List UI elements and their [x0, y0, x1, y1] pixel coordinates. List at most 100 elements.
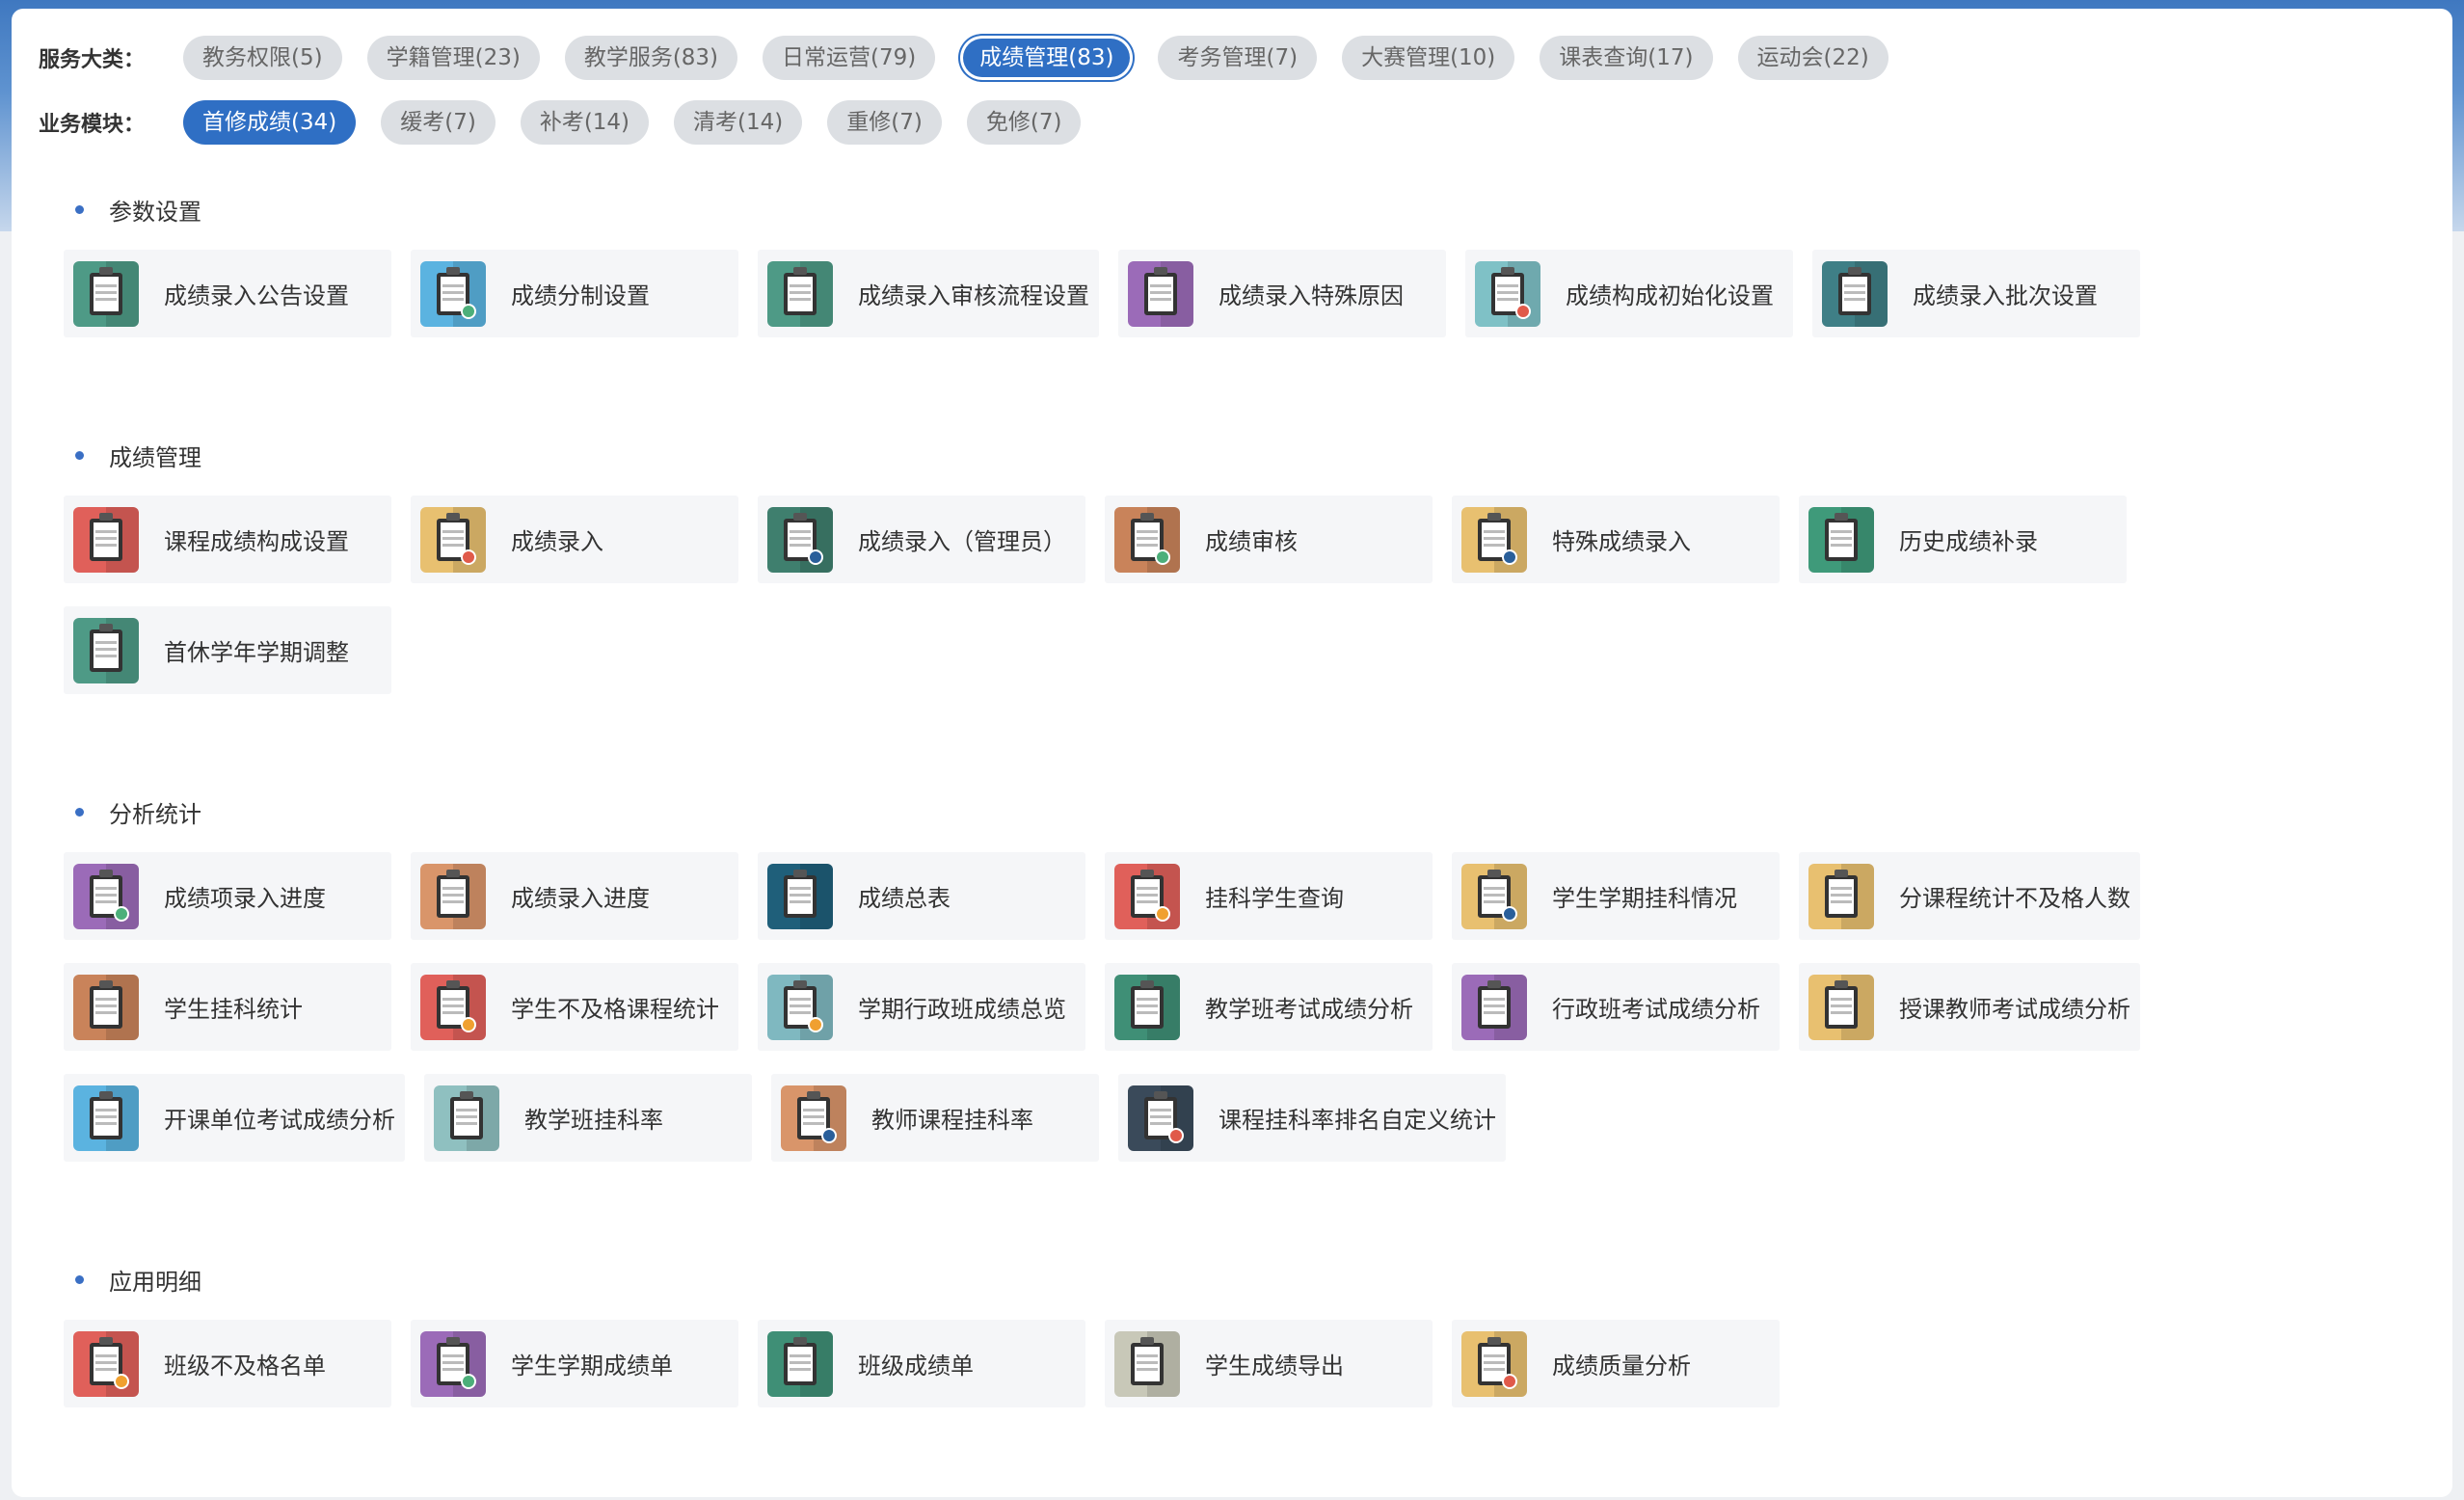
- app-card-label: 学生不及格课程统计: [511, 996, 719, 1023]
- section-title-text: 成绩管理: [109, 443, 201, 471]
- copy-document-icon: [1114, 974, 1180, 1040]
- app-card[interactable]: 成绩录入进度: [411, 852, 738, 940]
- app-card[interactable]: 学生学期成绩单: [411, 1320, 738, 1407]
- clipboard-user-icon: [767, 974, 833, 1040]
- service-category-chips: 教务权限(5) 学籍管理(23) 教学服务(83) 日常运营(79) 成绩管理(83) 考…: [183, 36, 1914, 80]
- bullet-dot-icon: [75, 807, 84, 817]
- app-card[interactable]: 学期行政班成绩总览: [758, 963, 1085, 1051]
- service-category-chip[interactable]: 课表查询(17): [1540, 36, 1713, 80]
- app-card-label: 成绩质量分析: [1552, 1353, 1691, 1379]
- app-card[interactable]: 教师课程挂科率: [771, 1074, 1099, 1162]
- app-card-grid: 成绩录入公告设置 成绩分制设置 成绩录入审核流程设置 成绩录入特殊原因 成绩构成初始化设…: [64, 250, 2281, 361]
- business-module-chip[interactable]: 清考(14): [674, 100, 803, 145]
- presentation-icon: [1114, 1330, 1180, 1397]
- service-category-chip[interactable]: 考务管理(7): [1158, 36, 1318, 80]
- section: 参数设置成绩录入公告设置 成绩分制设置 成绩录入审核流程设置 成绩录入特殊原因 成绩构成…: [64, 192, 2281, 361]
- app-card[interactable]: 成绩项录入进度: [64, 852, 391, 940]
- section: 分析统计成绩项录入进度 成绩录入进度 成绩总表 挂科学生查询 学生学期挂科情况 分课程统计…: [64, 794, 2281, 1185]
- app-card[interactable]: 班级成绩单: [758, 1320, 1085, 1407]
- app-card-label: 教学班挂科率: [524, 1107, 663, 1134]
- app-card[interactable]: 成绩录入: [411, 496, 738, 583]
- app-card[interactable]: 课程成绩构成设置: [64, 496, 391, 583]
- bullet-dot-icon: [75, 1274, 84, 1284]
- app-card[interactable]: 学生成绩导出: [1105, 1320, 1433, 1407]
- app-card[interactable]: 成绩录入批次设置: [1812, 250, 2140, 337]
- app-card[interactable]: 学生挂科统计: [64, 963, 391, 1051]
- section-title: 成绩管理: [64, 438, 2281, 472]
- main-panel: 服务大类： 教务权限(5) 学籍管理(23) 教学服务(83) 日常运营(79) 成绩管…: [12, 9, 2452, 1497]
- clipboard-gear-icon: [1475, 260, 1540, 327]
- app-card-label: 教学班考试成绩分析: [1205, 996, 1413, 1023]
- section-title: 参数设置: [64, 192, 2281, 227]
- business-module-chip[interactable]: 免修(7): [966, 100, 1082, 145]
- app-card[interactable]: 特殊成绩录入: [1452, 496, 1780, 583]
- app-card[interactable]: 挂科学生查询: [1105, 852, 1433, 940]
- business-module-chip[interactable]: 重修(7): [827, 100, 942, 145]
- app-card-label: 成绩录入特殊原因: [1219, 282, 1404, 309]
- app-card-label: 成绩录入进度: [511, 885, 650, 912]
- app-card[interactable]: 成绩分制设置: [411, 250, 738, 337]
- app-card[interactable]: 成绩录入（管理员）: [758, 496, 1085, 583]
- notice-board-icon: [73, 260, 139, 327]
- bullet-dot-icon: [75, 450, 84, 460]
- app-card[interactable]: 成绩构成初始化设置: [1465, 250, 1793, 337]
- section-title: 应用明细: [64, 1262, 2281, 1297]
- service-category-chip[interactable]: 教务权限(5): [183, 36, 342, 80]
- app-card[interactable]: 首休学年学期调整: [64, 606, 391, 694]
- clipboard-search-icon: [420, 260, 486, 327]
- business-module-chip[interactable]: 补考(14): [520, 100, 650, 145]
- app-card[interactable]: 行政班考试成绩分析: [1452, 963, 1780, 1051]
- app-card-label: 班级成绩单: [858, 1353, 974, 1379]
- app-card-label: 教师课程挂科率: [871, 1107, 1033, 1134]
- service-category-chip[interactable]: 大赛管理(10): [1342, 36, 1515, 80]
- app-card-label: 学生成绩导出: [1205, 1353, 1344, 1379]
- app-card[interactable]: 教学班考试成绩分析: [1105, 963, 1433, 1051]
- service-category-chip[interactable]: 教学服务(83): [564, 36, 738, 80]
- chart-monitor-icon: [420, 974, 486, 1040]
- app-card-label: 行政班考试成绩分析: [1552, 996, 1760, 1023]
- business-module-chip[interactable]: 首修成绩(34): [183, 100, 357, 145]
- business-module-row: 业务模块： 首修成绩(34) 缓考(7) 补考(14) 清考(14) 重修(7) 免修(7…: [39, 100, 1106, 145]
- app-card[interactable]: 开课单位考试成绩分析: [64, 1074, 405, 1162]
- app-card[interactable]: 学生不及格课程统计: [411, 963, 738, 1051]
- app-card-label: 课程成绩构成设置: [164, 528, 349, 555]
- app-card-label: 首休学年学期调整: [164, 639, 349, 666]
- app-card[interactable]: 教学班挂科率: [424, 1074, 752, 1162]
- app-card-label: 成绩录入: [511, 528, 603, 555]
- app-card-label: 成绩录入审核流程设置: [858, 282, 1089, 309]
- cube-icon: [73, 506, 139, 573]
- app-card[interactable]: 成绩审核: [1105, 496, 1433, 583]
- app-card[interactable]: 历史成绩补录: [1799, 496, 2127, 583]
- app-card-label: 成绩构成初始化设置: [1566, 282, 1774, 309]
- presentation-icon: [434, 1085, 499, 1151]
- service-category-chip[interactable]: 日常运营(79): [763, 36, 936, 80]
- business-module-chip[interactable]: 缓考(7): [381, 100, 495, 145]
- clipboard-icon: [1128, 260, 1193, 327]
- app-card-label: 课程挂科率排名自定义统计: [1219, 1107, 1496, 1134]
- service-category-chip[interactable]: 成绩管理(83): [960, 36, 1134, 80]
- app-card[interactable]: 成绩录入特殊原因: [1118, 250, 1446, 337]
- clipboard-timer-icon: [73, 617, 139, 683]
- app-card[interactable]: 课程挂科率排名自定义统计: [1118, 1074, 1506, 1162]
- edit-document-icon: [73, 1085, 139, 1151]
- app-card-label: 成绩录入批次设置: [1913, 282, 2098, 309]
- app-card[interactable]: 成绩录入公告设置: [64, 250, 391, 337]
- app-card-grid: 班级不及格名单 学生学期成绩单 班级成绩单 学生成绩导出 成绩质量分析: [64, 1320, 2281, 1431]
- chart-monitor-icon: [73, 1330, 139, 1397]
- app-card[interactable]: 成绩录入审核流程设置: [758, 250, 1099, 337]
- app-card-label: 成绩项录入进度: [164, 885, 326, 912]
- section-title-text: 应用明细: [109, 1268, 201, 1296]
- app-card[interactable]: 成绩总表: [758, 852, 1085, 940]
- service-category-chip[interactable]: 学籍管理(23): [366, 36, 540, 80]
- service-category-chip[interactable]: 运动会(22): [1737, 36, 1888, 80]
- app-card[interactable]: 学生学期挂科情况: [1452, 852, 1780, 940]
- section-title-text: 分析统计: [109, 800, 201, 828]
- app-card[interactable]: 班级不及格名单: [64, 1320, 391, 1407]
- calendar-check-icon: [767, 863, 833, 929]
- app-card[interactable]: 成绩质量分析: [1452, 1320, 1780, 1407]
- alert-board-icon: [767, 260, 833, 327]
- app-card[interactable]: 分课程统计不及格人数: [1799, 852, 2140, 940]
- bullet-dot-icon: [75, 204, 84, 214]
- id-card-icon: [767, 1330, 833, 1397]
- app-card[interactable]: 授课教师考试成绩分析: [1799, 963, 2140, 1051]
